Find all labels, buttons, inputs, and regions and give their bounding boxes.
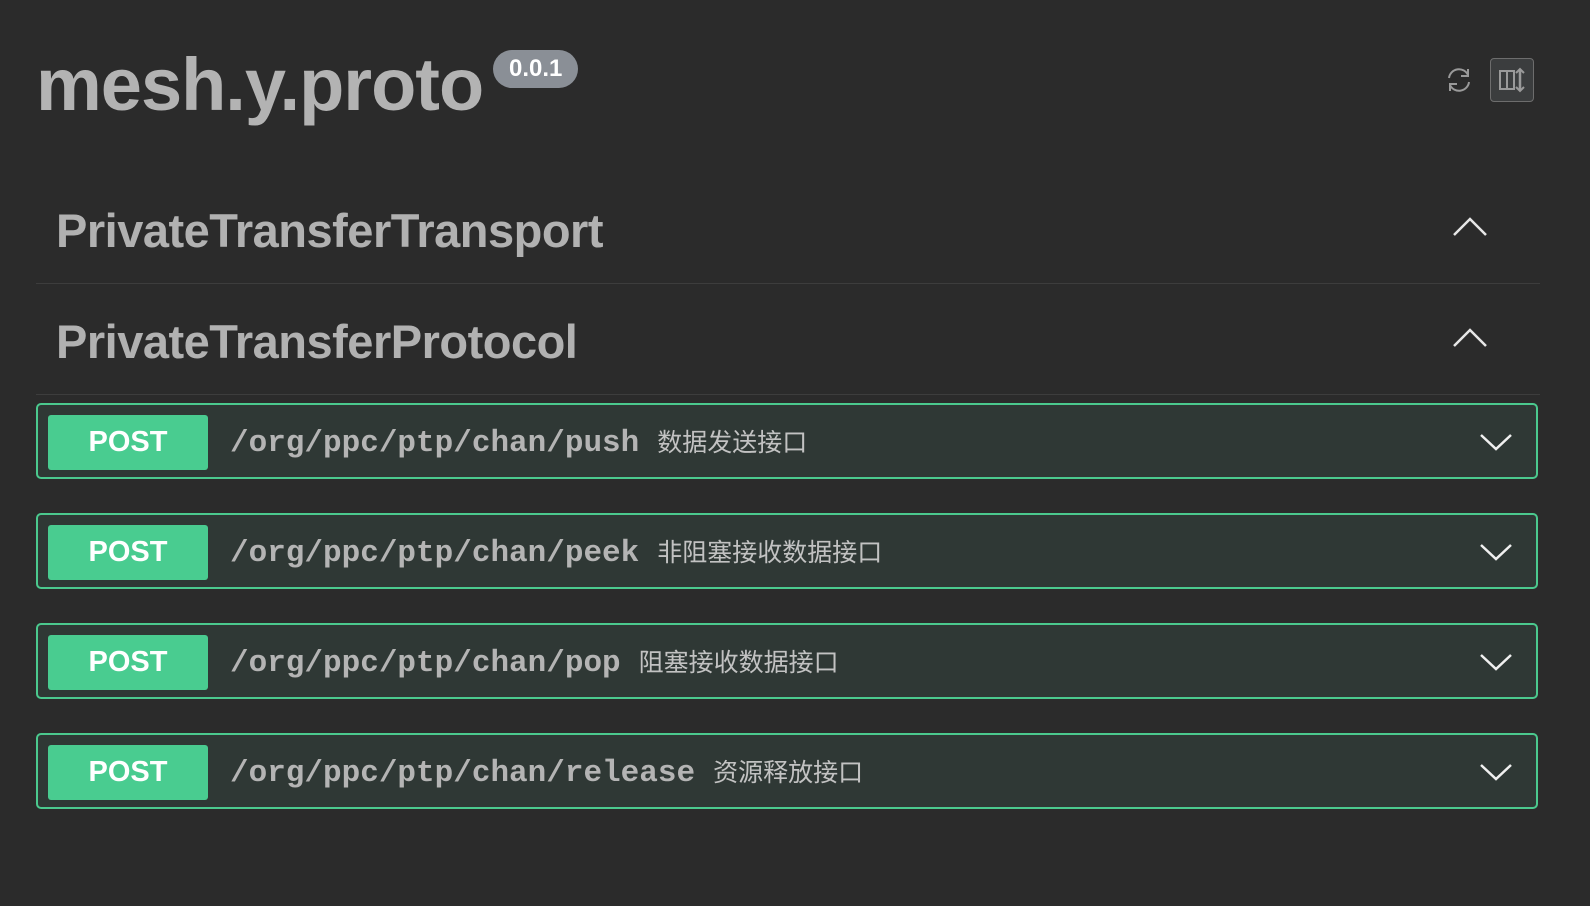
version-badge: 0.0.1 — [493, 50, 579, 88]
operation-summary: 非阻塞接收数据接口 — [657, 538, 883, 567]
operation-path-text: /org/ppc/ptp/chan/peek — [230, 536, 640, 571]
layout-toggle-icon — [1499, 67, 1525, 93]
method-badge-post: POST — [48, 415, 208, 470]
operation-path: /org/ppc/ptp/chan/pop 阻塞接收数据接口 — [230, 643, 839, 681]
chevron-down-icon[interactable] — [1478, 649, 1514, 675]
tag-title: PrivateTransferProtocol — [56, 315, 578, 368]
operation-release[interactable]: POST /org/ppc/ptp/chan/release 资源释放接口 — [36, 733, 1538, 809]
api-title: mesh.y.proto — [36, 43, 484, 126]
tag-section-privatetransferprotocol[interactable]: PrivateTransferProtocol — [36, 286, 1540, 395]
layout-toggle-button[interactable] — [1490, 58, 1534, 102]
operation-path-text: /org/ppc/ptp/chan/pop — [230, 646, 621, 681]
method-badge-post: POST — [48, 635, 208, 690]
operation-path: /org/ppc/ptp/chan/peek 非阻塞接收数据接口 — [230, 533, 882, 571]
chevron-up-icon[interactable] — [1450, 211, 1490, 241]
operation-summary: 阻塞接收数据接口 — [638, 648, 839, 677]
chevron-down-icon[interactable] — [1478, 759, 1514, 785]
chevron-down-icon[interactable] — [1478, 539, 1514, 565]
operation-pop[interactable]: POST /org/ppc/ptp/chan/pop 阻塞接收数据接口 — [36, 623, 1538, 699]
operation-peek[interactable]: POST /org/ppc/ptp/chan/peek 非阻塞接收数据接口 — [36, 513, 1538, 589]
operation-summary: 数据发送接口 — [657, 428, 808, 457]
chevron-down-icon[interactable] — [1478, 429, 1514, 455]
refresh-icon — [1448, 68, 1470, 92]
method-badge-post: POST — [48, 745, 208, 800]
tag-section-privatetransfertransport[interactable]: PrivateTransferTransport — [36, 175, 1540, 284]
operation-path: /org/ppc/ptp/chan/release 资源释放接口 — [230, 753, 863, 791]
operation-summary: 资源释放接口 — [713, 758, 864, 787]
operation-path: /org/ppc/ptp/chan/push 数据发送接口 — [230, 423, 807, 461]
chevron-up-icon[interactable] — [1450, 322, 1490, 352]
refresh-button[interactable] — [1437, 58, 1481, 102]
operation-path-text: /org/ppc/ptp/chan/release — [230, 756, 696, 791]
operation-push[interactable]: POST /org/ppc/ptp/chan/push 数据发送接口 — [36, 403, 1538, 479]
tag-title: PrivateTransferTransport — [56, 204, 604, 257]
api-header: mesh.y.proto 0.0.1 — [36, 30, 1536, 140]
method-badge-post: POST — [48, 525, 208, 580]
operation-path-text: /org/ppc/ptp/chan/push — [230, 426, 640, 461]
